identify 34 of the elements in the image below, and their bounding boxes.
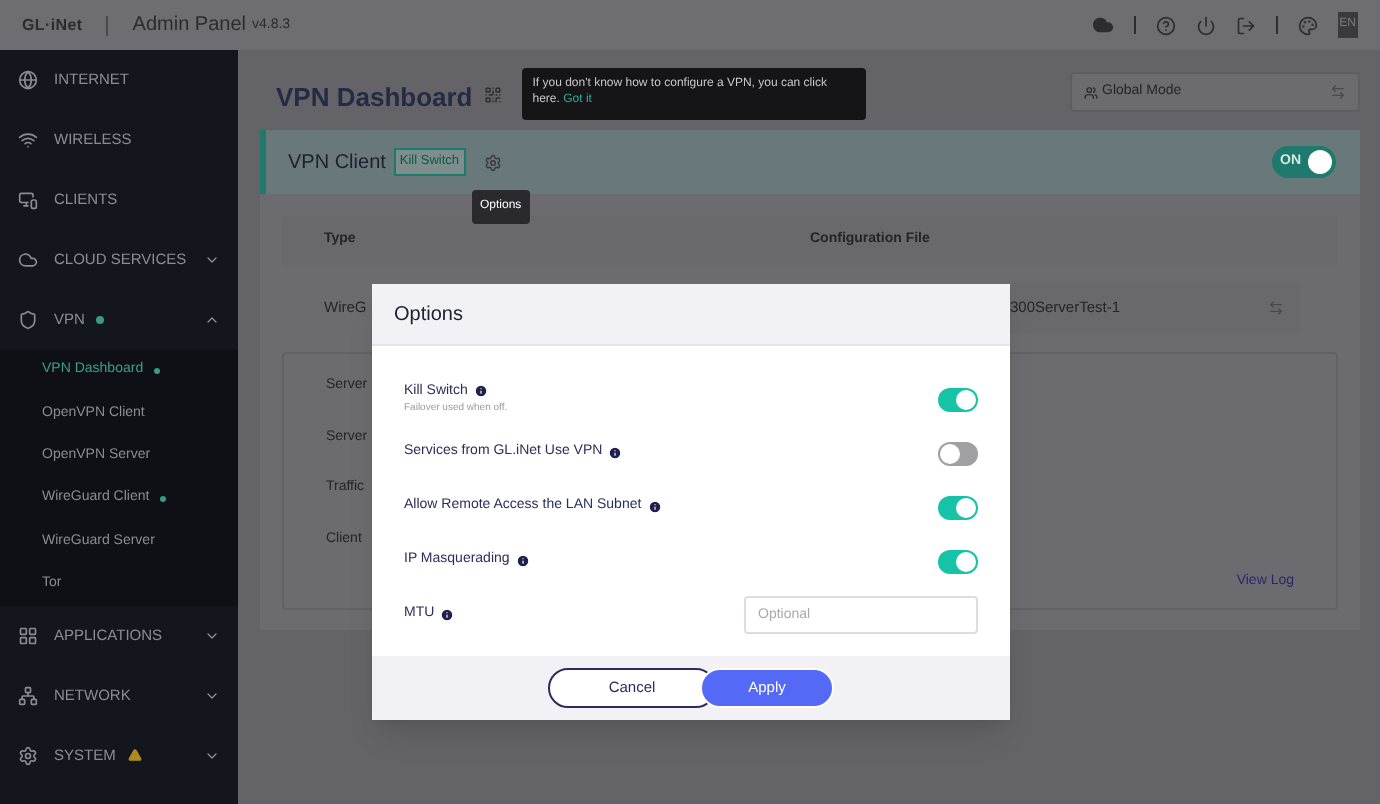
logo: GL·iNet bbox=[22, 13, 83, 37]
wifi-icon bbox=[18, 130, 38, 150]
info-icon[interactable] bbox=[440, 608, 455, 622]
globe-icon bbox=[18, 70, 38, 90]
toggle-switch[interactable] bbox=[938, 387, 978, 411]
qr-code-icon[interactable] bbox=[484, 86, 503, 104]
palette-icon[interactable] bbox=[1297, 15, 1318, 35]
info-icon[interactable] bbox=[473, 384, 488, 399]
swap-icon bbox=[1268, 300, 1284, 316]
page-title: VPN Dashboard bbox=[276, 80, 473, 116]
gear-icon bbox=[18, 745, 38, 766]
app-title: Admin Panel bbox=[132, 12, 246, 40]
grid-icon bbox=[18, 625, 38, 646]
chevron-up-icon[interactable] bbox=[204, 312, 220, 328]
power-icon[interactable] bbox=[1195, 15, 1216, 35]
shield-icon bbox=[18, 310, 38, 330]
cloud-icon bbox=[18, 250, 38, 270]
toggle-switch[interactable] bbox=[938, 495, 978, 519]
swap-icon bbox=[1330, 84, 1346, 100]
settings-icon[interactable] bbox=[483, 153, 502, 171]
dialog-title: Options bbox=[394, 301, 463, 329]
help-icon[interactable] bbox=[1155, 15, 1176, 35]
network-icon bbox=[18, 685, 38, 706]
users-icon bbox=[1084, 85, 1098, 99]
card-title: VPN Client bbox=[288, 149, 386, 177]
toggle-switch[interactable] bbox=[938, 441, 978, 465]
logout-icon[interactable] bbox=[1235, 15, 1256, 35]
devices-icon bbox=[18, 190, 38, 210]
chevron-down-icon[interactable] bbox=[204, 252, 220, 268]
toggle-switch[interactable] bbox=[938, 549, 978, 573]
info-icon[interactable] bbox=[647, 500, 662, 514]
cloud-icon[interactable] bbox=[1091, 14, 1114, 36]
info-icon[interactable] bbox=[515, 554, 530, 568]
info-icon[interactable] bbox=[608, 446, 623, 460]
